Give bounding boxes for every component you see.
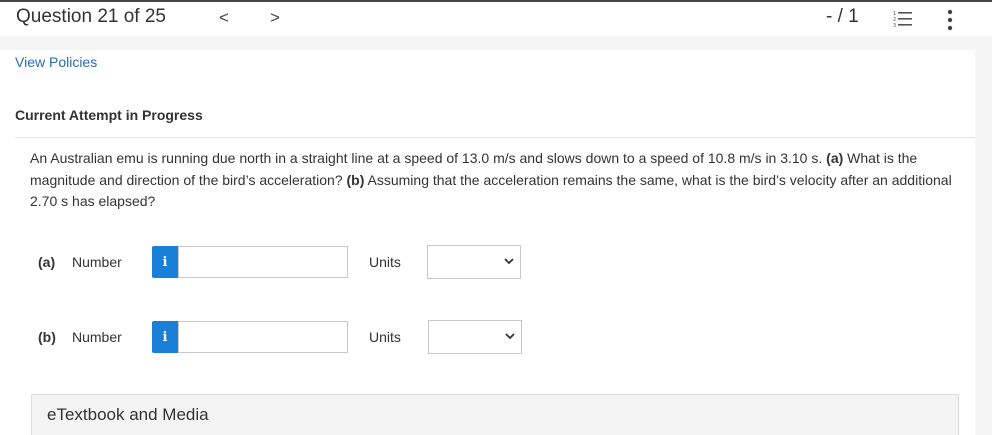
attempt-heading: Current Attempt in Progress xyxy=(15,107,203,123)
chevron-down-icon xyxy=(505,333,515,340)
part-b-marker: (b) xyxy=(346,171,365,188)
chevron-down-icon xyxy=(504,258,514,265)
part-a-info-button[interactable]: i xyxy=(152,246,178,278)
part-b-label: (b) xyxy=(38,329,56,345)
info-icon: i xyxy=(162,254,168,270)
etextbook-media-label: eTextbook and Media xyxy=(47,405,209,424)
part-b-units-label: Units xyxy=(369,329,401,345)
right-gutter xyxy=(975,50,992,435)
info-icon: i xyxy=(162,329,168,345)
part-a-number-label: Number xyxy=(72,254,122,270)
previous-question-button[interactable]: < xyxy=(219,8,229,28)
header-separator xyxy=(0,36,992,50)
part-a-label: (a) xyxy=(38,254,56,270)
part-b-number-input[interactable] xyxy=(178,321,348,353)
part-a-number-input[interactable] xyxy=(178,246,348,278)
view-policies-link[interactable]: View Policies xyxy=(15,54,97,70)
part-a-units-select[interactable] xyxy=(427,245,521,279)
etextbook-media-section[interactable]: eTextbook and Media xyxy=(31,394,959,435)
question-text: An Australian emu is running due north i… xyxy=(30,148,965,213)
svg-text:3: 3 xyxy=(893,23,896,28)
question-text-1: An Australian emu is running due north i… xyxy=(30,150,823,166)
section-divider xyxy=(15,137,975,138)
question-header: Question 21 of 25 < > - / 1 1 2 3 xyxy=(0,2,992,32)
question-list-icon[interactable]: 1 2 3 xyxy=(893,10,913,28)
score-display: - / 1 xyxy=(826,6,859,27)
question-counter: Question 21 of 25 xyxy=(16,6,166,27)
part-a-units-label: Units xyxy=(369,254,401,270)
part-a-marker: (a) xyxy=(826,150,844,166)
more-options-icon[interactable] xyxy=(944,9,956,31)
next-question-button[interactable]: > xyxy=(270,8,280,28)
part-b-number-label: Number xyxy=(72,329,122,345)
part-b-units-select[interactable] xyxy=(428,320,522,354)
part-b-info-button[interactable]: i xyxy=(152,321,178,353)
